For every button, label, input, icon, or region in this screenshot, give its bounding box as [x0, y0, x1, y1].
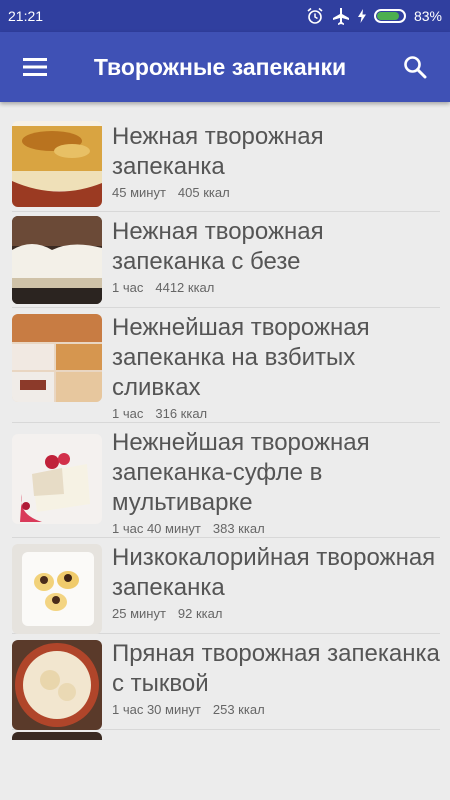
recipe-item[interactable]: Нежная творожная запеканка 45 минут 405 … [12, 117, 440, 212]
recipe-title: Нежнейшая творожная запеканка-суфле в му… [112, 429, 370, 516]
charging-icon [357, 9, 366, 23]
recipe-title: Нежная творожная запеканка с безе [112, 218, 324, 275]
recipe-thumbnail-partial [12, 732, 102, 740]
recipe-thumbnail [12, 121, 102, 207]
battery-percent: 83% [413, 8, 442, 24]
recipe-item[interactable]: Нежнейшая творожная запеканка-суфле в му… [12, 423, 440, 538]
recipe-title: Пряная творожная запеканка с тыквой [112, 640, 440, 697]
recipe-thumbnail [12, 434, 102, 524]
recipe-calories: 253 ккал [212, 702, 265, 717]
hamburger-menu-icon [23, 58, 47, 76]
recipe-thumbnail [12, 314, 102, 402]
recipe-title: Нежнейшая творожная запеканка на взбитых… [112, 314, 370, 401]
recipe-thumbnail [12, 216, 102, 304]
airplane-icon [332, 8, 349, 25]
search-icon [404, 56, 427, 79]
recipe-time: 25 минут [112, 606, 166, 621]
recipe-calories: 405 ккал [177, 185, 230, 200]
recipe-time: 1 час 30 минут [112, 702, 201, 717]
recipe-item[interactable]: Нежнейшая творожная запеканка на взбитых… [12, 308, 440, 423]
recipe-calories: 316 ккал [155, 406, 208, 421]
recipe-time: 1 час 40 минут [112, 521, 201, 536]
search-button[interactable] [380, 32, 450, 102]
recipe-thumbnail [12, 544, 102, 634]
recipe-title: Низкокалорийная творожная запеканка [112, 544, 436, 601]
page-title: Творожные запеканки [93, 53, 347, 80]
recipe-item[interactable]: Нежная творожная запеканка с безе 1 час … [12, 212, 440, 308]
status-time: 21:21 [8, 8, 44, 24]
menu-button[interactable] [0, 32, 70, 102]
battery-icon [373, 9, 406, 23]
app-bar: Творожные запеканки [0, 32, 450, 102]
recipe-item[interactable]: Пряная творожная запеканка с тыквой 1 ча… [12, 634, 440, 730]
alarm-icon [307, 7, 323, 24]
recipe-calories: 383 ккал [212, 521, 265, 536]
status-bar: 21:21 83% [0, 0, 450, 32]
recipe-time: 1 час [112, 406, 144, 421]
recipe-thumbnail [12, 640, 102, 730]
recipe-time: 1 час [112, 280, 144, 295]
recipe-calories: 92 ккал [177, 606, 223, 621]
recipe-time: 45 минут [112, 185, 166, 200]
recipe-list: Нежная творожная запеканка 45 минут 405 … [0, 117, 450, 740]
battery-level [376, 12, 399, 20]
recipe-calories: 4412 ккал [155, 280, 215, 295]
recipe-item[interactable]: Низкокалорийная творожная запеканка 25 м… [12, 538, 440, 634]
status-icons: 83% [306, 7, 442, 25]
recipe-title: Нежная творожная запеканка [112, 123, 324, 180]
